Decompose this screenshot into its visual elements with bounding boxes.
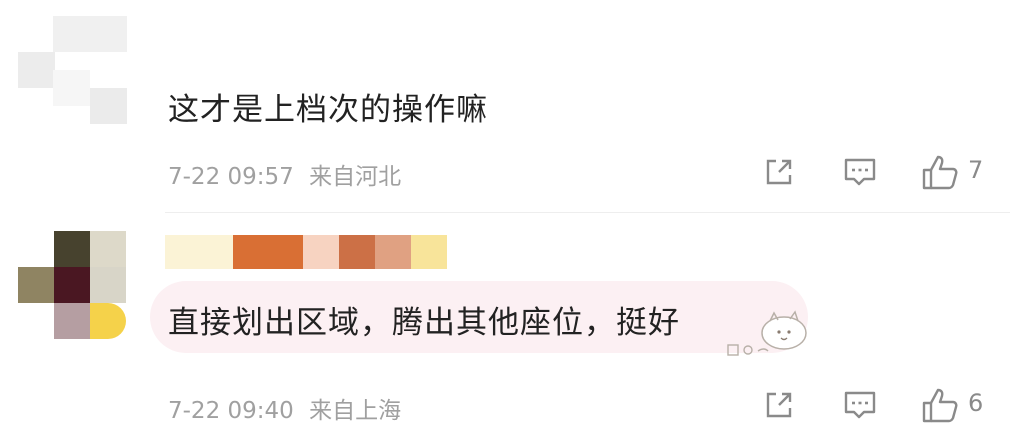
comment-button[interactable] [842,388,878,422]
comment-meta: 7-22 09:57 来自河北 [168,157,401,191]
cat-sticker-icon [727,310,807,356]
comment-text: 直接划出区域，腾出其他座位，挺好 [168,305,680,341]
share-icon [766,392,792,418]
like-button[interactable]: 7 [920,152,990,192]
comment-location: 来自上海 [309,398,402,424]
share-icon [766,159,792,185]
share-button[interactable] [762,388,796,422]
share-button[interactable] [762,155,796,189]
comment-button[interactable] [842,155,878,189]
comment-time: 7-22 09:57 [168,164,294,190]
comment-time: 7-22 09:40 [168,398,294,424]
thumbs-up-icon [922,155,958,190]
like-count: 7 [968,156,984,184]
avatar[interactable] [18,231,130,343]
comment-meta: 7-22 09:40 来自上海 [168,391,401,425]
thumbs-up-icon [922,388,958,423]
comment-icon [844,391,876,419]
like-count: 6 [968,389,984,417]
like-button[interactable]: 6 [920,385,990,425]
comment-1: 这才是上档次的操作嘛 7-22 09:57 来自河北 7 [0,0,1010,212]
comment-location: 来自河北 [309,164,402,190]
comment-icon [844,158,876,186]
username[interactable] [165,233,455,269]
comment-2: 直接划出区域，腾出其他座位，挺好 7-22 09:40 来自上海 6 [0,213,1010,429]
avatar[interactable] [18,16,128,126]
comment-text: 这才是上档次的操作嘛 [168,92,488,128]
